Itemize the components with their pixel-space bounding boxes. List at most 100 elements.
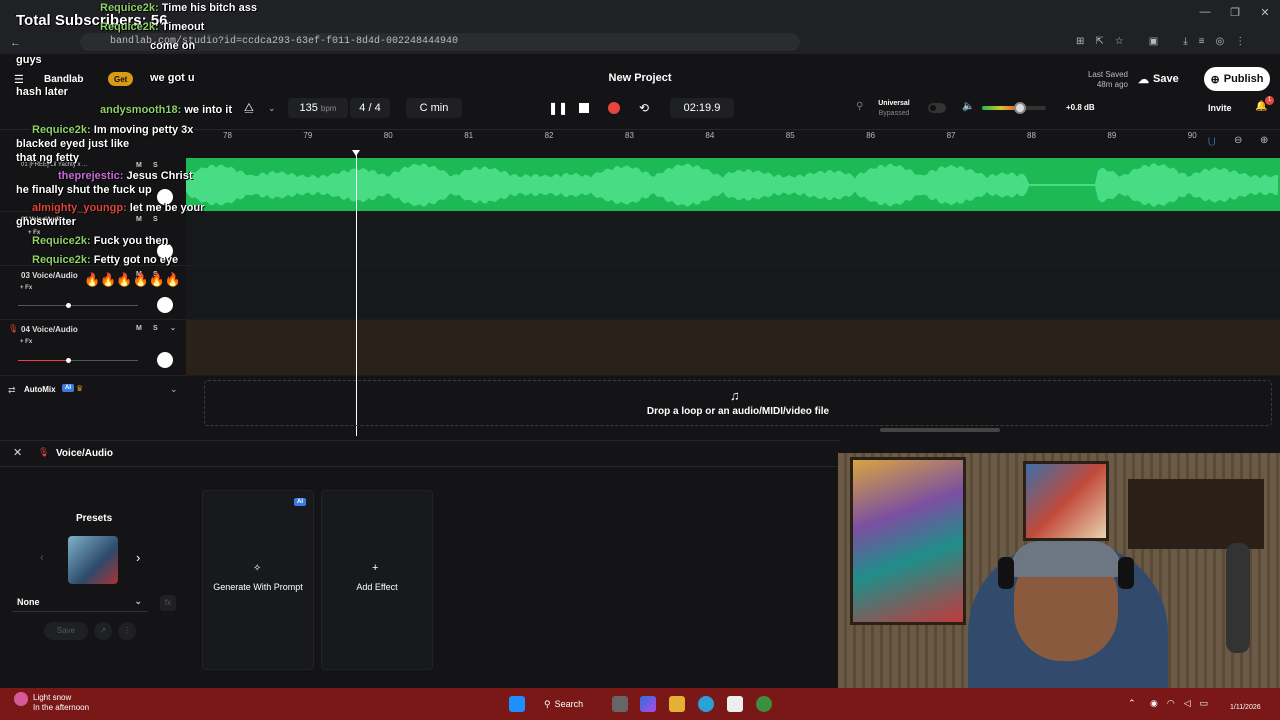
chevron-down-icon[interactable]: ⌄ [268, 98, 276, 118]
chat-message: theprejestic: Jesus Christ [58, 170, 193, 182]
chrome-icon[interactable] [756, 696, 772, 712]
chat-text: that ng fetty [16, 152, 79, 164]
ruler-bar-number: 84 [705, 131, 715, 140]
search-label: Search [554, 699, 584, 709]
invite-button[interactable]: Invite [1208, 103, 1232, 113]
track-3-fx-button[interactable]: + Fx [20, 285, 32, 291]
weather-icon[interactable] [14, 692, 28, 706]
mastering-icon[interactable]: ⚲ [856, 101, 863, 112]
ruler-bar-number: 85 [785, 131, 795, 140]
track-lane-3[interactable] [186, 266, 1280, 320]
zoom-out-icon[interactable]: ⊖ [1234, 135, 1242, 146]
project-title[interactable]: New Project [540, 72, 740, 84]
track-4-pan-knob[interactable] [157, 352, 173, 368]
speaker-icon[interactable]: 🔈 [962, 101, 974, 112]
taskbar-date: 1/11/2026 [1230, 704, 1261, 711]
track-4-volume-handle[interactable] [66, 358, 71, 363]
preset-fx-icon[interactable]: fx [160, 595, 176, 611]
download-icon[interactable]: ⤓ [1183, 36, 1187, 47]
ruler-bar-number: 80 [383, 131, 393, 140]
save-button[interactable]: ☁ Save [1138, 68, 1198, 90]
minimize-icon[interactable]: — [1190, 6, 1220, 18]
track-4-label[interactable]: Voice/Audio [32, 325, 78, 334]
wifi-icon[interactable]: ◠ [1167, 698, 1175, 709]
weather-widget[interactable]: Light snow In the afternoon [33, 693, 89, 713]
track-1-mute[interactable]: M [136, 162, 142, 169]
bpm-value: 135 [299, 102, 318, 114]
share-icon[interactable]: ⇱ [1095, 36, 1103, 47]
track-3-label[interactable]: Voice/Audio [32, 271, 78, 280]
chevron-right-icon[interactable]: › [136, 550, 140, 565]
playhead-marker[interactable] [352, 150, 360, 156]
track-1-solo[interactable]: S [153, 162, 158, 169]
profile-icon[interactable]: ◎ [1215, 36, 1224, 47]
copilot-icon[interactable] [640, 696, 656, 712]
file-explorer-icon[interactable] [669, 696, 685, 712]
more-icon[interactable]: ⋮ [118, 622, 136, 640]
webcam-feed [838, 453, 1280, 688]
zoom-in-icon[interactable]: ⊕ [1260, 135, 1268, 146]
bookmark-star-icon[interactable]: ☆ [1115, 36, 1124, 47]
loop-icon[interactable]: ⟲ [639, 98, 649, 118]
hamburger-menu-icon[interactable]: ☰ [14, 73, 24, 86]
sidebar-icon[interactable]: ▣ [1149, 36, 1158, 47]
chevron-down-icon[interactable]: ⌄ [170, 324, 176, 332]
track-4-fx-button[interactable]: + Fx [20, 339, 32, 345]
track-4-mute[interactable]: M [136, 325, 142, 332]
metronome-icon[interactable]: ⧋ [244, 98, 254, 118]
track-3-volume-handle[interactable] [66, 303, 71, 308]
chevron-left-icon[interactable]: ‹ [40, 552, 44, 564]
pause-icon[interactable]: ❚❚ [548, 98, 568, 118]
extension-icon[interactable]: ⊞ [1076, 36, 1084, 47]
publish-button[interactable]: ⊕ Publish [1204, 67, 1270, 91]
close-panel-icon[interactable]: ✕ [13, 446, 22, 459]
snap-magnet-icon[interactable]: ⋃ [1208, 136, 1215, 147]
key-field[interactable]: C min [406, 98, 462, 118]
edge-icon[interactable] [698, 696, 714, 712]
stop-button[interactable] [579, 98, 589, 118]
globe-icon: ⊕ [1210, 73, 1220, 86]
taskbar-search[interactable]: ⚲ Search [544, 694, 594, 714]
record-button[interactable] [608, 98, 620, 118]
menu-icon[interactable]: ≡ [1199, 36, 1205, 47]
task-view-icon[interactable] [612, 696, 628, 712]
track-2-mute[interactable]: M [136, 216, 142, 223]
back-icon[interactable]: ← [10, 37, 21, 49]
maximize-icon[interactable]: ❐ [1220, 6, 1250, 19]
chat-username: almighty_youngp: [32, 202, 127, 214]
preset-select[interactable]: None ⌄ [12, 594, 148, 612]
drop-zone[interactable] [204, 380, 1272, 426]
preset-select-value: None [17, 597, 40, 607]
battery-icon[interactable]: ▭ [1200, 698, 1209, 709]
more-icon[interactable]: ⋮ [1235, 36, 1245, 47]
tray-app-icon[interactable]: ◉ [1150, 698, 1158, 709]
close-icon[interactable]: ✕ [1250, 6, 1280, 19]
chat-text: we got u [150, 72, 195, 84]
store-icon[interactable] [727, 696, 743, 712]
automix-ai-badge: AI [62, 384, 74, 392]
track-4-solo[interactable]: S [153, 325, 158, 332]
track-2-solo[interactable]: S [153, 216, 158, 223]
track-lane-4[interactable] [186, 320, 1280, 376]
generate-with-prompt-card[interactable] [202, 490, 314, 670]
chevron-down-icon[interactable]: ⌄ [170, 384, 178, 395]
master-volume-slider[interactable] [982, 102, 1046, 114]
mastering-preset[interactable]: Universal Bypassed [872, 99, 916, 119]
windows-start-icon[interactable] [509, 696, 525, 712]
add-effect-card[interactable] [321, 490, 433, 670]
time-signature-field[interactable]: 4 / 4 [350, 98, 390, 118]
mastering-toggle[interactable] [928, 103, 946, 113]
share-icon[interactable]: ↗ [94, 622, 112, 640]
tempo-field[interactable]: 135 bpm [288, 98, 348, 118]
horizontal-scrollbar[interactable] [880, 428, 1000, 432]
get-membership-button[interactable]: Get [108, 72, 134, 86]
preset-save-button[interactable]: Save [44, 622, 88, 640]
tray-chevron-icon[interactable]: ⌃ [1128, 698, 1136, 709]
track-lane-1[interactable] [186, 158, 1280, 212]
track-lane-2[interactable] [186, 212, 1280, 266]
preset-thumbnail[interactable] [68, 536, 118, 584]
track-3-pan-knob[interactable] [157, 297, 173, 313]
track-3-volume-slider[interactable] [18, 305, 138, 306]
volume-icon[interactable]: ◁ [1184, 698, 1191, 709]
automix-label[interactable]: AutoMix [24, 385, 56, 394]
